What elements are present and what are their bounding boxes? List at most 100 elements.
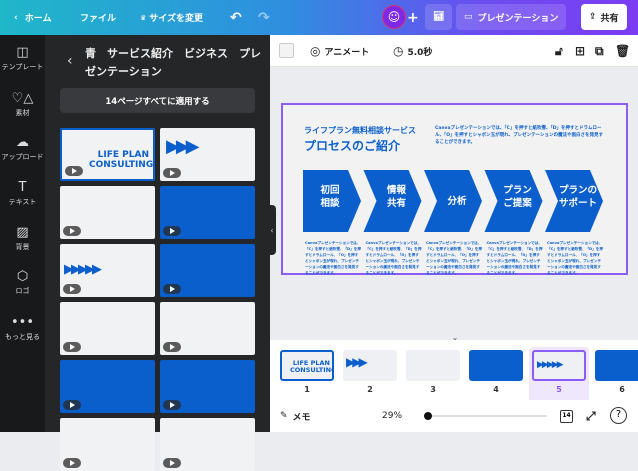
template-page-thumbnail[interactable]: ▶▶▶ <box>160 128 255 181</box>
logo-icon: ⬡ <box>16 269 29 284</box>
step-label[interactable]: 分析 <box>432 195 482 208</box>
zoom-slider[interactable] <box>424 412 547 420</box>
insights-button[interactable]: 📊︎ <box>425 4 453 30</box>
text-icon: T <box>18 180 27 195</box>
page-count-button[interactable]: 14 <box>560 410 573 423</box>
step-description[interactable]: Canvaプレゼンテーションでは、「C」を押すと紙吹雪、「D」を押すとドラムロー… <box>426 240 482 276</box>
slide-canvas[interactable]: ライフプラン無料相談サービス プロセスのご紹介 Canvaプレゼンテーションでは… <box>281 103 628 275</box>
back-button[interactable]: ‹ <box>67 53 73 69</box>
animate-icon: ◎ <box>310 44 321 58</box>
template-page-thumbnail[interactable]: LIFE PLAN CONSULTING <box>60 128 155 181</box>
background-icon: ▨ <box>16 225 29 240</box>
page-number: 1 <box>304 385 310 394</box>
page-number: 2 <box>367 385 373 394</box>
play-icon[interactable] <box>163 226 181 236</box>
template-panel: ‹ 青 サービス紹介 ビジネス プレゼンテーション 14ページすべてに適用する … <box>45 35 270 471</box>
bar-chart-icon: 📊︎ <box>433 12 445 22</box>
redo-button[interactable]: ↷ <box>258 0 270 35</box>
page-number: 6 <box>619 385 625 394</box>
zoom-level[interactable]: 29% <box>382 400 402 432</box>
layout-icon: ◫ <box>16 45 29 60</box>
add-page-icon[interactable]: ⊞ <box>575 35 585 67</box>
zoom-slider-handle[interactable] <box>424 412 432 420</box>
page-thumbnail[interactable] <box>406 350 460 381</box>
play-icon[interactable] <box>163 342 181 352</box>
play-icon[interactable] <box>63 342 81 352</box>
more-icon: ••• <box>10 315 34 330</box>
animate-button[interactable]: ◎ アニメート <box>310 35 369 67</box>
cloud-upload-icon: ☁ <box>16 135 29 150</box>
notes-button[interactable]: ✎ メモ <box>280 400 311 432</box>
template-page-thumbnail[interactable] <box>60 360 155 413</box>
step-label[interactable]: 情報 共有 <box>372 184 422 210</box>
play-icon[interactable] <box>163 458 181 468</box>
play-icon[interactable] <box>163 284 181 294</box>
play-icon[interactable] <box>163 168 181 178</box>
page-number: 4 <box>493 385 499 394</box>
rail-text[interactable]: T テキスト <box>0 180 45 207</box>
step-label[interactable]: プランの サポート <box>553 184 603 210</box>
play-icon[interactable] <box>63 458 81 468</box>
upload-icon: ⇪ <box>589 12 597 22</box>
template-page-thumbnail[interactable] <box>160 360 255 413</box>
apply-all-button[interactable]: 14ページすべてに適用する <box>60 88 255 113</box>
template-page-thumbnail[interactable] <box>160 302 255 355</box>
help-button[interactable]: ? <box>610 407 627 424</box>
rail-uploads[interactable]: ☁ アップロード <box>0 135 45 162</box>
background-color-swatch[interactable] <box>279 43 294 58</box>
present-button[interactable]: ▭ プレゼンテーション <box>456 4 567 30</box>
step-description[interactable]: Canvaプレゼンテーションでは、「C」を押すと紙吹雪、「D」を押すとドラムロー… <box>547 240 603 276</box>
template-page-thumbnail[interactable]: ▶▶▶▶▶ <box>60 244 155 297</box>
play-icon[interactable] <box>163 400 181 410</box>
duration-button[interactable]: ◷ 5.0秒 <box>393 35 432 67</box>
presentation-icon: ▭ <box>464 12 473 22</box>
play-icon[interactable] <box>63 284 81 294</box>
page-thumbnail[interactable] <box>469 350 523 381</box>
avatar[interactable]: ☺ <box>382 5 406 29</box>
side-rail: ◫ テンプレート ♡△ 素材 ☁ アップロード T テキスト ▨ 背景 ⬡ ロゴ ••• もっ… <box>0 35 45 432</box>
arrows-graphic: ▶▶▶ <box>346 355 368 369</box>
rail-background[interactable]: ▨ 背景 <box>0 225 45 252</box>
template-page-thumbnail[interactable] <box>60 186 155 239</box>
template-page-thumbnail[interactable] <box>60 418 155 471</box>
rail-more[interactable]: ••• もっと見る <box>0 315 45 342</box>
template-page-thumbnail[interactable] <box>60 302 155 355</box>
panel-title: 青 サービス紹介 ビジネス プレゼンテーション <box>85 47 261 78</box>
template-page-thumbnail[interactable] <box>160 244 255 297</box>
top-bar: ‹ ホーム ファイル ♛ サイズを変更 ↶ ↷ ☺ + 📊︎ ▭ プレゼンテーション … <box>0 0 638 35</box>
rail-elements[interactable]: ♡△ 素材 <box>0 91 45 118</box>
lock-icon[interactable]: 🔓︎ <box>555 35 563 67</box>
file-menu[interactable]: ファイル <box>80 0 116 35</box>
chevrons-graphic: ▶▶▶▶▶ <box>537 360 564 370</box>
step-label[interactable]: 初回 相談 <box>305 184 355 210</box>
step-label[interactable]: プラン ご提案 <box>493 184 543 210</box>
page-thumbnail[interactable]: ▶▶▶ <box>343 350 397 381</box>
play-icon[interactable] <box>65 166 83 176</box>
page-thumbnail[interactable]: ▶▶▶▶▶ <box>532 350 586 381</box>
clock-icon: ◷ <box>393 44 404 58</box>
resize-button[interactable]: ♛ サイズを変更 <box>140 0 203 35</box>
page-thumbnail[interactable]: LIFE PLAN CONSULTING <box>280 350 334 381</box>
page-thumbnail[interactable] <box>595 350 638 381</box>
template-page-thumbnail[interactable] <box>160 418 255 471</box>
collapse-panel-button[interactable]: ‹ <box>268 205 276 255</box>
chevrons-graphic: ▶▶▶▶▶ <box>64 262 102 277</box>
template-page-thumbnail[interactable] <box>160 186 255 239</box>
trash-icon[interactable]: 🗑︎ <box>615 35 630 67</box>
thumbnail-title: LIFE PLAN CONSULTING <box>89 150 154 170</box>
play-icon[interactable] <box>63 400 81 410</box>
share-button[interactable]: ⇪ 共有 <box>581 4 627 30</box>
fullscreen-icon[interactable]: ⤢ <box>586 400 596 432</box>
duplicate-icon[interactable]: ⧉ <box>595 35 604 67</box>
rail-logo[interactable]: ⬡ ロゴ <box>0 269 45 296</box>
editor-toolbar: ◎ アニメート ◷ 5.0秒 🔓︎ ⊞ ⧉ 🗑︎ <box>270 35 638 67</box>
add-collaborator-button[interactable]: + <box>407 0 419 35</box>
undo-button[interactable]: ↶ <box>230 0 242 35</box>
play-icon[interactable] <box>63 226 81 236</box>
step-description[interactable]: Canvaプレゼンテーションでは、「C」を押すと紙吹雪、「D」を押すとドラムロー… <box>305 240 361 276</box>
crown-icon: ♛ <box>140 13 147 22</box>
home-button[interactable]: ‹ ホーム <box>14 0 51 35</box>
rail-templates[interactable]: ◫ テンプレート <box>0 45 45 72</box>
step-description[interactable]: Canvaプレゼンテーションでは、「C」を押すと紙吹雪、「D」を押すとドラムロー… <box>366 240 422 276</box>
step-description[interactable]: Canvaプレゼンテーションでは、「C」を押すと紙吹雪、「D」を押すとドラムロー… <box>487 240 543 276</box>
